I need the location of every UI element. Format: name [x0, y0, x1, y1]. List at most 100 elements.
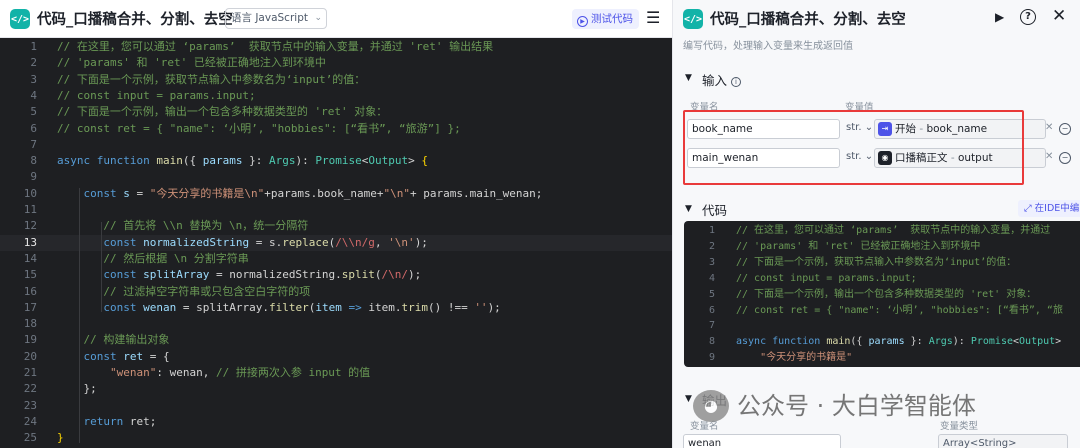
help-icon[interactable]: ?	[1020, 9, 1036, 25]
code-line[interactable]: 11	[0, 202, 672, 218]
line-number: 20	[23, 349, 37, 363]
code-text: // const input = params.input;	[57, 88, 256, 102]
open-in-ide-button[interactable]: ⤢ 在IDE中编	[1018, 200, 1080, 217]
output-type-select[interactable]: Array<String>	[938, 434, 1068, 448]
code-line[interactable]: 3 // 下面是一个示例，获取节点输入中参数名为‘input’的值：	[0, 72, 672, 88]
chevron-down-icon[interactable]: ▼	[685, 204, 692, 214]
line-number: 10	[23, 186, 37, 200]
output-name-input[interactable]: wenan	[683, 434, 841, 448]
code-text: };	[57, 382, 97, 396]
code-text: // 然后根据 \n 分割字符串	[103, 251, 249, 265]
code-text: // 'params' 和 'ret' 已经被正确地注入到环境中	[736, 240, 981, 252]
code-editor[interactable]: 1 // 在这里，您可以通过 ‘params’ 获取节点中的输入变量，并通过 'r…	[0, 38, 672, 448]
code-text: const wenan = splitArray.filter(item => …	[103, 300, 501, 314]
line-number: 7	[708, 320, 715, 332]
expand-icon: ⤢	[1024, 203, 1032, 214]
node-title: 代码_口播稿合并、分割、去空	[710, 12, 906, 28]
collapse-panel-icon[interactable]: ☰	[646, 8, 660, 27]
line-number: 8	[30, 154, 37, 168]
line-number: 24	[23, 414, 37, 428]
code-line[interactable]: 4 // const input = params.input;	[0, 88, 672, 104]
code-text: "wenan": wenan, // 拼接两次入参 input 的值	[109, 366, 371, 379]
line-number: 23	[23, 398, 37, 412]
line-number: 22	[23, 382, 37, 396]
indent-guide	[101, 222, 102, 312]
code-text: async function main({ params }: Args): P…	[736, 336, 1062, 348]
code-line[interactable]: 25}	[0, 430, 672, 446]
line-number: 2	[30, 56, 37, 70]
line-number: 14	[23, 251, 37, 265]
code-text: // const input = params.input;	[736, 272, 917, 284]
line-number: 9	[708, 352, 715, 364]
code-text: // const ret = { "name": ‘小明’, "hobbies"…	[57, 121, 461, 135]
code-line[interactable]: 8 async function main({ params }: Args): …	[684, 334, 1080, 350]
code-line[interactable]: 7	[684, 318, 1080, 334]
line-number: 12	[23, 219, 37, 233]
test-code-label: 测试代码	[591, 13, 633, 25]
code-line[interactable]: 9	[0, 169, 672, 185]
code-line[interactable]: 10 const s = "今天分享的书籍是\n"+params.book_na…	[0, 186, 672, 202]
code-text: // 在这里，您可以通过 ‘params’ 获取节点中的输入变量，并通过	[736, 225, 1051, 236]
line-number: 18	[23, 317, 37, 331]
line-number: 9	[30, 170, 37, 184]
code-line[interactable]: 6 // const ret = { "name": ‘小明’, "hobbies…	[684, 303, 1080, 319]
code-text: // 下面是一个示例，输出一个包含多种数据类型的 'ret' 对象：	[57, 105, 388, 119]
code-line[interactable]: 1 // 在这里，您可以通过 ‘params’ 获取节点中的输入变量，并通过 'r…	[0, 39, 672, 55]
test-code-button[interactable]: ▶ 测试代码	[572, 9, 639, 29]
code-editor-panel: </> 代码_口播稿合并、分割、去空 语言 JavaScript ⌄ ▶ 测试代码…	[0, 0, 672, 448]
code-line[interactable]: 1 // 在这里，您可以通过 ‘params’ 获取节点中的输入变量，并通过	[684, 223, 1080, 239]
code-line[interactable]: 21 "wenan": wenan, // 拼接两次入参 input 的值	[0, 365, 672, 381]
line-number: 6	[708, 304, 715, 316]
clear-icon[interactable]: ✕	[1045, 122, 1053, 133]
line-number: 7	[30, 137, 37, 151]
code-text: // 构建输出对象	[83, 333, 170, 347]
input-section-label: 输入	[702, 73, 728, 88]
node-config-panel: </> 代码_口播稿合并、分割、去空 ▶ ? ✕ 编写代码，处理输入变量来生成返…	[673, 0, 1080, 448]
editor-header: </> 代码_口播稿合并、分割、去空 语言 JavaScript ⌄ ▶ 测试代码…	[0, 0, 672, 38]
line-number: 6	[30, 121, 37, 135]
chevron-down-icon[interactable]: ▼	[685, 73, 692, 83]
line-number: 25	[23, 431, 37, 445]
clear-icon[interactable]: ✕	[1045, 151, 1053, 162]
code-text: // 首先将 \\n 替换为 \n，统一分隔符	[103, 219, 309, 233]
code-text: "今天分享的书籍是"	[760, 352, 853, 364]
code-text: // 下面是一个示例，获取节点输入中参数名为‘input’的值：	[736, 256, 1017, 268]
code-text: const s = "今天分享的书籍是\n"+params.book_name+…	[83, 186, 543, 200]
remove-variable-icon[interactable]: −	[1059, 152, 1071, 164]
code-line[interactable]: 23	[0, 398, 672, 414]
highlight-annotation-box	[683, 110, 1024, 185]
line-number: 1	[30, 40, 37, 53]
input-section-title: 输入 i	[702, 70, 742, 89]
close-icon[interactable]: ✕	[1052, 6, 1066, 26]
code-text: async function main({ params }: Args): P…	[57, 154, 428, 168]
code-line[interactable]: 5 // 下面是一个示例，输出一个包含多种数据类型的 'ret' 对象：	[684, 287, 1080, 303]
code-line[interactable]: 2 // 'params' 和 'ret' 已经被正确地注入到环境中	[684, 239, 1080, 255]
code-line[interactable]: 20 const ret = {	[0, 349, 672, 365]
code-preview[interactable]: 1 // 在这里，您可以通过 ‘params’ 获取节点中的输入变量，并通过 2 //…	[684, 221, 1080, 367]
code-line[interactable]: 5 // 下面是一个示例，输出一个包含多种数据类型的 'ret' 对象：	[0, 104, 672, 120]
language-select[interactable]: 语言 JavaScript ⌄	[225, 8, 327, 29]
code-line[interactable]: 18	[0, 316, 672, 332]
open-in-ide-label: 在IDE中编	[1034, 203, 1080, 214]
code-line[interactable]: 2 // 'params' 和 'ret' 已经被正确地注入到环境中	[0, 55, 672, 71]
line-number: 4	[708, 272, 715, 284]
line-number: 21	[23, 366, 37, 379]
code-node-icon: </>	[683, 9, 703, 29]
code-line[interactable]: 4 // const input = params.input;	[684, 271, 1080, 287]
line-number: 5	[30, 105, 37, 119]
line-number: 17	[23, 300, 37, 314]
code-text: // 'params' 和 'ret' 已经被正确地注入到环境中	[57, 56, 326, 70]
code-text: // 下面是一个示例，获取节点输入中参数名为‘input’的值：	[57, 72, 366, 86]
run-icon[interactable]: ▶	[995, 10, 1004, 24]
code-line[interactable]: 19 // 构建输出对象	[0, 332, 672, 348]
code-line[interactable]: 22 };	[0, 381, 672, 397]
code-line[interactable]: 8 async function main({ params }: Args): …	[0, 153, 672, 169]
code-line[interactable]: 9 "今天分享的书籍是"	[684, 350, 1080, 366]
editor-title: 代码_口播稿合并、分割、去空	[37, 12, 233, 28]
remove-variable-icon[interactable]: −	[1059, 123, 1071, 135]
code-line[interactable]: 24 return ret;	[0, 414, 672, 430]
code-line[interactable]: 3 // 下面是一个示例，获取节点输入中参数名为‘input’的值：	[684, 255, 1080, 271]
code-line[interactable]: 7	[0, 137, 672, 153]
code-line[interactable]: 6 // const ret = { "name": ‘小明’, "hobbies…	[0, 121, 672, 137]
chevron-down-icon[interactable]: ▼	[685, 394, 692, 404]
